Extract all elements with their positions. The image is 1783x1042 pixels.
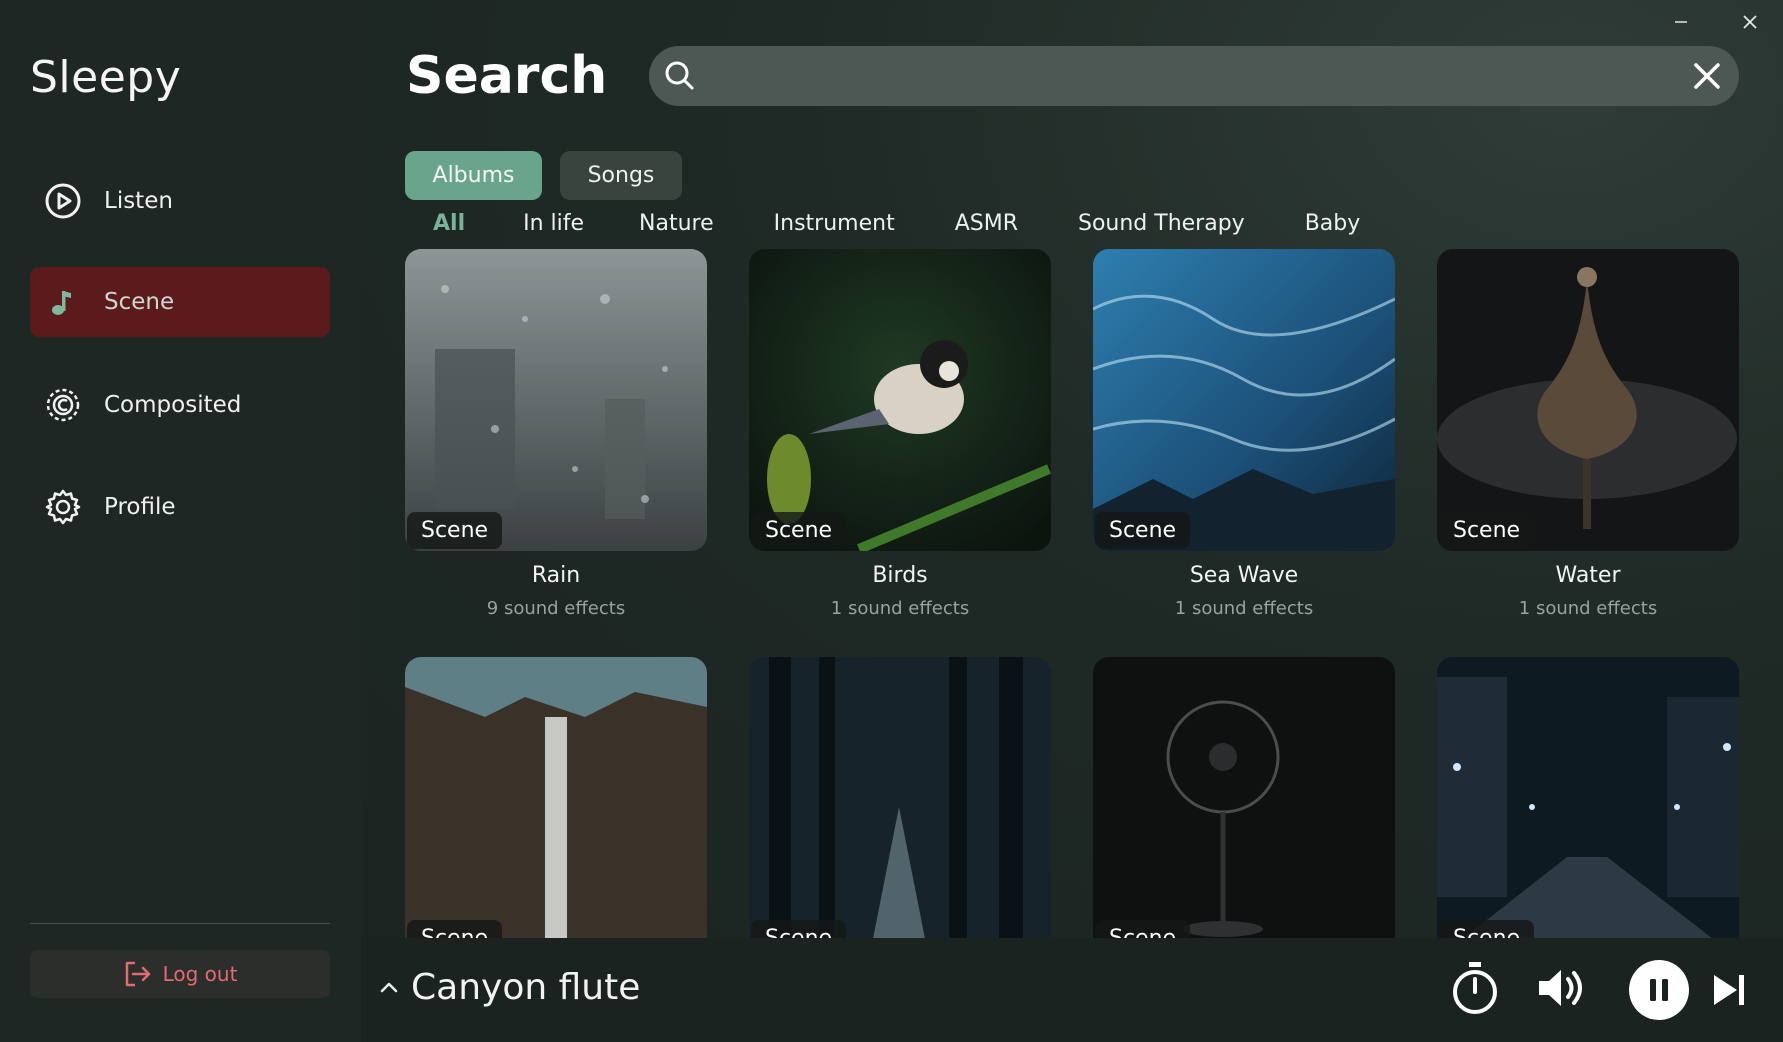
scene-badge: Scene <box>751 512 847 549</box>
album-cover: Scene <box>749 249 1051 551</box>
expand-player-button[interactable] <box>377 978 401 1002</box>
scene-badge: Scene <box>407 920 503 938</box>
scene-badge: Scene <box>751 920 847 938</box>
album-card-water[interactable]: Scene Water 1 sound effects <box>1437 249 1739 619</box>
category-all[interactable]: All <box>433 211 465 243</box>
album-card-forest[interactable]: Scene <box>749 657 1051 938</box>
minimize-button[interactable] <box>1661 8 1701 40</box>
main-panel: Search Albums Songs All In life Nature I… <box>361 0 1783 938</box>
minimize-icon <box>1673 14 1689 34</box>
skip-next-icon <box>1714 975 1744 1005</box>
pause-icon <box>1629 960 1689 1020</box>
search-input[interactable] <box>709 54 1649 98</box>
album-cover: Scene <box>1437 657 1739 938</box>
album-card-city-night[interactable]: Scene <box>1437 657 1739 938</box>
category-instrument[interactable]: Instrument <box>774 211 895 243</box>
tab-albums[interactable]: Albums <box>405 151 542 200</box>
scene-badge: Scene <box>1095 920 1191 938</box>
composite-icon <box>44 386 82 424</box>
sidebar-item-label: Listen <box>104 188 173 214</box>
player-bar: Canyon flute <box>361 938 1783 1042</box>
chevron-up-icon <box>380 982 398 993</box>
music-note-icon <box>44 283 82 321</box>
sidebar-item-label: Composited <box>104 392 242 418</box>
category-asmr[interactable]: ASMR <box>955 211 1018 243</box>
sidebar-item-profile[interactable]: Profile <box>30 472 330 542</box>
gear-icon <box>44 488 82 526</box>
scene-badge: Scene <box>407 512 503 549</box>
close-window-button[interactable] <box>1730 8 1770 40</box>
search-icon <box>663 59 697 97</box>
page-title: Search <box>406 46 608 106</box>
pause-button[interactable] <box>1628 959 1690 1021</box>
album-cover: Scene <box>1093 249 1395 551</box>
sidebar-divider <box>30 923 330 924</box>
logout-icon <box>123 960 153 988</box>
close-icon <box>1742 14 1758 34</box>
timer-button[interactable] <box>1450 960 1500 1016</box>
category-filter: All In life Nature Instrument ASMR Sound… <box>433 211 1360 243</box>
album-card-fan[interactable]: Scene <box>1093 657 1395 938</box>
scene-badge: Scene <box>1439 920 1535 938</box>
album-cover: Scene <box>405 657 707 938</box>
app-brand: Sleepy <box>30 52 182 103</box>
sidebar: Sleepy Listen Scene Composited Profile L… <box>0 0 361 1042</box>
album-subtitle: 9 sound effects <box>486 598 626 619</box>
album-cover: Scene <box>1093 657 1395 938</box>
album-title: Sea Wave <box>1189 563 1299 588</box>
category-sound-therapy[interactable]: Sound Therapy <box>1078 211 1245 243</box>
album-cover: Scene <box>1437 249 1739 551</box>
close-icon <box>1694 63 1720 89</box>
album-card-birds[interactable]: Scene Birds 1 sound effects <box>749 249 1051 619</box>
album-cover: Scene <box>749 657 1051 938</box>
sidebar-item-scene[interactable]: Scene <box>30 267 330 337</box>
category-baby[interactable]: Baby <box>1305 211 1361 243</box>
scene-badge: Scene <box>1095 512 1191 549</box>
album-subtitle: 1 sound effects <box>830 598 970 619</box>
search-bar <box>649 46 1739 106</box>
sidebar-item-composited[interactable]: Composited <box>30 370 330 440</box>
clear-search-button[interactable] <box>1689 58 1725 94</box>
timer-icon <box>1453 962 1497 1014</box>
sidebar-item-label: Profile <box>104 494 176 520</box>
album-card-waterfall[interactable]: Scene <box>405 657 707 938</box>
album-title: Rain <box>531 563 581 588</box>
play-circle-icon <box>44 182 82 220</box>
logout-label: Log out <box>162 962 238 986</box>
now-playing-title: Canyon flute <box>411 967 641 1008</box>
album-cover: Scene <box>405 249 707 551</box>
logout-button[interactable]: Log out <box>30 950 330 998</box>
sidebar-item-label: Scene <box>104 289 175 315</box>
album-card-sea-wave[interactable]: Scene Sea Wave 1 sound effects <box>1093 249 1395 619</box>
volume-icon <box>1539 970 1582 1006</box>
album-card-rain[interactable]: Scene Rain 9 sound effects <box>405 249 707 619</box>
tab-songs[interactable]: Songs <box>560 151 682 200</box>
album-subtitle: 1 sound effects <box>1518 598 1658 619</box>
scene-badge: Scene <box>1439 512 1535 549</box>
album-title: Water <box>1555 563 1621 588</box>
album-title: Birds <box>872 563 928 588</box>
category-nature[interactable]: Nature <box>639 211 714 243</box>
next-track-button[interactable] <box>1711 972 1747 1008</box>
album-subtitle: 1 sound effects <box>1174 598 1314 619</box>
sidebar-item-listen[interactable]: Listen <box>30 166 330 236</box>
category-in-life[interactable]: In life <box>523 211 584 243</box>
volume-button[interactable] <box>1535 964 1587 1012</box>
